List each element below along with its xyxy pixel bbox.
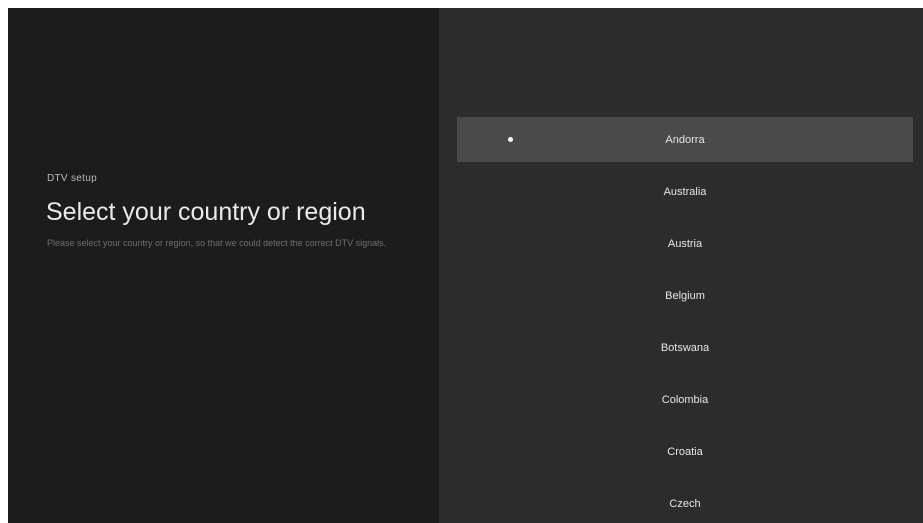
country-item-australia[interactable]: Australia <box>457 169 913 214</box>
radio-selected-icon <box>508 137 513 142</box>
country-item-andorra[interactable]: Andorra <box>457 117 913 162</box>
setup-step-label: DTV setup <box>47 173 97 184</box>
country-label: Austria <box>667 237 703 250</box>
country-label: Australia <box>663 185 707 198</box>
country-item-croatia[interactable]: Croatia <box>457 429 913 474</box>
tv-screen: DTV setup Select your country or region … <box>8 8 923 523</box>
country-list-panel: Andorra Australia Austria Belgium Botswa… <box>439 8 923 523</box>
country-list: Andorra Australia Austria Belgium Botswa… <box>457 117 913 523</box>
country-item-czech[interactable]: Czech <box>457 481 913 523</box>
country-label: Botswana <box>660 341 710 354</box>
country-label: Croatia <box>667 445 703 458</box>
country-label: Andorra <box>665 133 705 146</box>
country-item-belgium[interactable]: Belgium <box>457 273 913 318</box>
page-title: Select your country or region <box>46 198 366 226</box>
country-item-botswana[interactable]: Botswana <box>457 325 913 370</box>
page-description: Please select your country or region, so… <box>47 238 387 248</box>
setup-info-panel: DTV setup Select your country or region … <box>8 8 439 523</box>
country-item-colombia[interactable]: Colombia <box>457 377 913 422</box>
country-label: Czech <box>669 497 701 510</box>
country-label: Colombia <box>661 393 709 406</box>
country-item-austria[interactable]: Austria <box>457 221 913 266</box>
country-label: Belgium <box>665 289 705 302</box>
